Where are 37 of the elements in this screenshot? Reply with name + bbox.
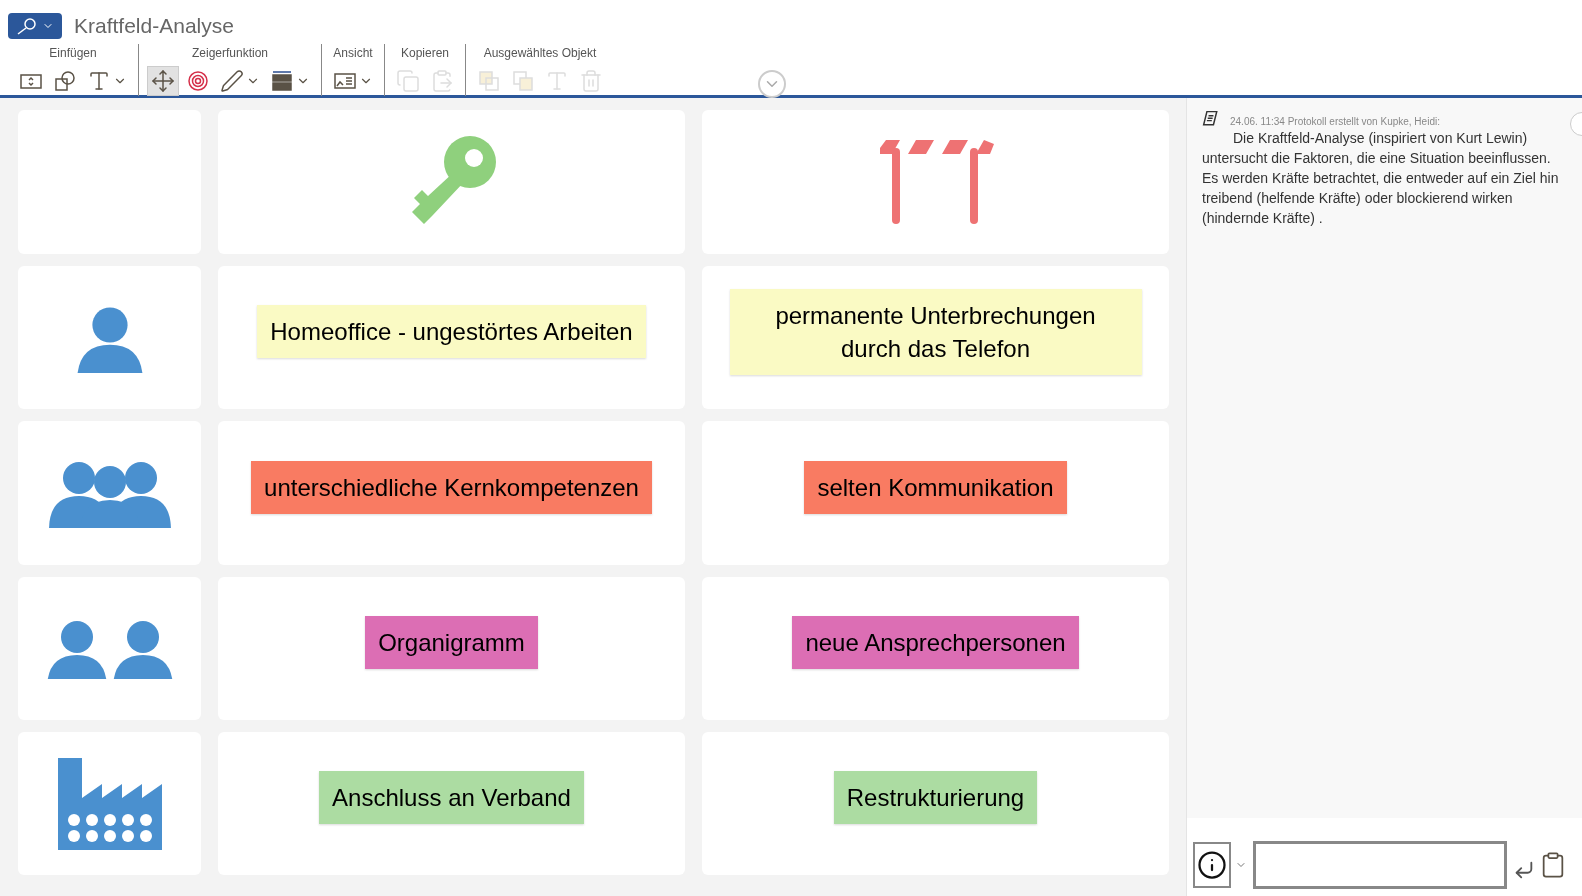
paste-icon <box>430 68 454 93</box>
collapse-button[interactable] <box>758 70 786 98</box>
group-label: Kopieren <box>400 44 449 62</box>
pen-icon <box>220 68 244 93</box>
group-label: Zeigerfunktion <box>191 44 268 62</box>
group-label: Einfügen <box>49 44 97 62</box>
info-icon <box>1197 850 1227 880</box>
message-input-field[interactable] <box>1253 841 1507 889</box>
info-button[interactable] <box>1193 842 1231 888</box>
line-style-icon <box>270 68 294 93</box>
move-icon <box>151 68 175 93</box>
document-icon <box>1202 110 1220 128</box>
copy-icon <box>396 68 420 93</box>
two-people-icon <box>46 618 173 679</box>
send-back-icon <box>511 68 535 93</box>
sticky-note[interactable]: Homeoffice - ungestörtes Arbeiten <box>257 305 646 358</box>
app-menu-button[interactable] <box>8 12 62 39</box>
sticky-note[interactable]: unterschiedliche Kernkompetenzen <box>251 460 652 514</box>
group-label: Ansicht <box>333 44 373 62</box>
bring-front-icon <box>477 68 501 93</box>
log-text: Die Kraftfeld-Analyse (inspiriert von Kurt Lewin) untersucht die Faktoren, die eine Situation beeinflussen. Es werden Kräfte betrachtet, die entweder auf ein Ziel hin treibend (helfende Kräfte) oder blockierend wirken (hindernde Kräfte) . <box>1202 129 1560 228</box>
window-title: Kraftfeld-Analyse <box>74 13 234 39</box>
sticky-note[interactable]: Restrukturierung <box>833 771 1038 824</box>
target-icon <box>186 68 210 93</box>
tool-button[interactable] <box>147 65 179 96</box>
group-label: Ausgewähltes Objekt <box>483 44 597 62</box>
sticky-note[interactable]: Organigramm <box>365 616 538 669</box>
log-meta: 24.06. 11:34 Protokoll erstellt von Kupke, Heidi: <box>1230 116 1440 128</box>
sticky-note[interactable]: permanente Unterbrechungen durch das Telefon <box>729 288 1142 375</box>
factory-icon <box>57 757 162 850</box>
enter-icon[interactable] <box>1513 859 1535 881</box>
sticky-note[interactable]: Anschluss an Verband <box>319 771 584 824</box>
sticky-note[interactable]: neue Ansprechpersonen <box>792 616 1079 669</box>
trash-icon <box>579 68 603 93</box>
shapes-icon <box>53 68 77 93</box>
sticky-note[interactable]: selten Kommunikation <box>804 460 1067 514</box>
magnifier-icon <box>16 16 38 35</box>
